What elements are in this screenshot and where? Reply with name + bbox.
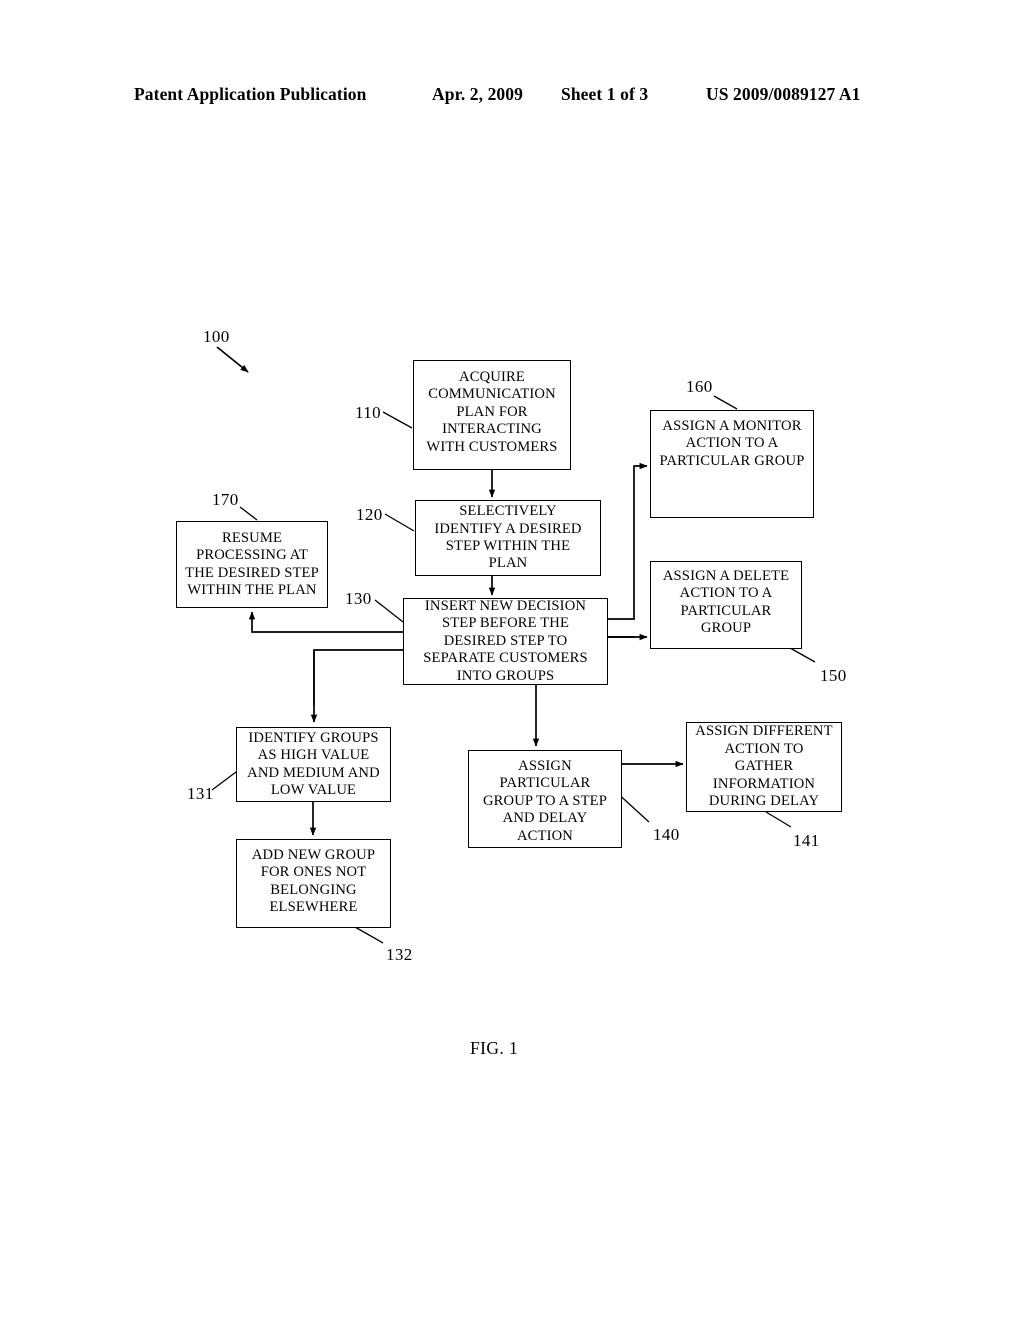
flowchart-node-150[interactable]: ASSIGN A DELETE ACTION TO A PARTICULAR G… (650, 561, 802, 649)
node-120-label: SELECTIVELY IDENTIFY A DESIRED STEP WITH… (434, 503, 582, 572)
flowchart-node-170[interactable]: RESUME PROCESSING AT THE DESIRED STEP WI… (176, 521, 328, 608)
reference-numeral-131: 131 (187, 784, 214, 803)
node-131-label: IDENTIFY GROUPS AS HIGH VALUE AND MEDIUM… (247, 729, 380, 798)
node-130-label: INSERT NEW DECISION STEP BEFORE THE DESI… (423, 597, 588, 684)
flowchart-node-120[interactable]: SELECTIVELY IDENTIFY A DESIRED STEP WITH… (415, 500, 601, 576)
reference-numeral-120: 120 (356, 505, 383, 524)
reference-numeral-110: 110 (355, 403, 382, 422)
flowchart-node-141[interactable]: ASSIGN DIFFERENT ACTION TO GATHER INFORM… (686, 722, 842, 812)
node-132-label: ADD NEW GROUP FOR ONES NOT BELONGING ELS… (251, 847, 376, 916)
node-141-label: ASSIGN DIFFERENT ACTION TO GATHER INFORM… (695, 723, 833, 810)
flowchart-node-110[interactable]: ACQUIRE COMMUNICATION PLAN FOR INTERACTI… (413, 360, 571, 470)
reference-numeral-130: 130 (345, 589, 372, 608)
reference-numeral-141: 141 (793, 831, 820, 850)
reference-numeral-160: 160 (686, 377, 713, 396)
reference-numeral-150: 150 (820, 666, 847, 685)
flowchart-node-132[interactable]: ADD NEW GROUP FOR ONES NOT BELONGING ELS… (236, 839, 391, 928)
node-170-label: RESUME PROCESSING AT THE DESIRED STEP WI… (185, 529, 319, 598)
reference-numeral-170: 170 (212, 490, 239, 509)
node-150-label: ASSIGN A DELETE ACTION TO A PARTICULAR G… (662, 568, 790, 637)
node-140-label: ASSIGN PARTICULAR GROUP TO A STEP AND DE… (482, 758, 608, 844)
reference-numeral-100: 100 (203, 327, 230, 346)
node-160-label: ASSIGN A MONITOR ACTION TO A PARTICULAR … (659, 418, 805, 469)
node-110-label: ACQUIRE COMMUNICATION PLAN FOR INTERACTI… (426, 369, 558, 455)
flowchart-node-130[interactable]: INSERT NEW DECISION STEP BEFORE THE DESI… (403, 598, 608, 685)
flowchart-figure: ACQUIRE COMMUNICATION PLAN FOR INTERACTI… (0, 0, 1024, 1320)
reference-numeral-140: 140 (653, 825, 680, 844)
flowchart-node-160[interactable]: ASSIGN A MONITOR ACTION TO A PARTICULAR … (650, 410, 814, 518)
flowchart-node-131[interactable]: IDENTIFY GROUPS AS HIGH VALUE AND MEDIUM… (236, 727, 391, 802)
flowchart-node-140[interactable]: ASSIGN PARTICULAR GROUP TO A STEP AND DE… (468, 750, 622, 848)
figure-caption: FIG. 1 (470, 1038, 519, 1058)
reference-numeral-132: 132 (386, 945, 413, 964)
